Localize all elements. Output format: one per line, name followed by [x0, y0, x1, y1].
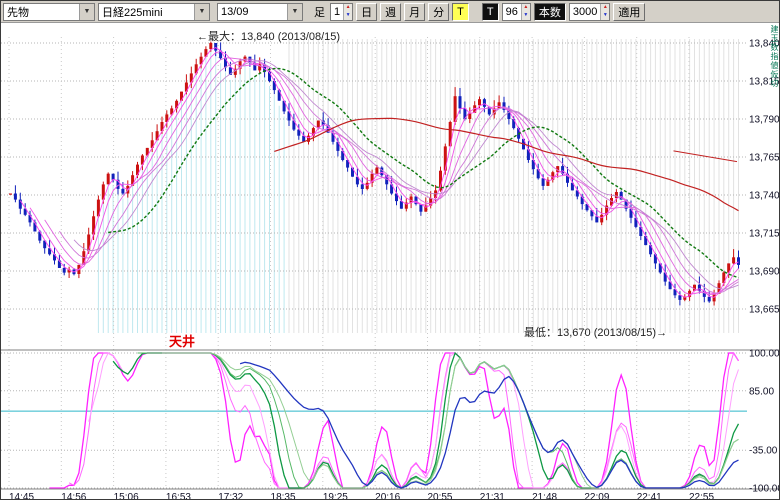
t-value: 96	[503, 4, 521, 20]
spin-up-icon[interactable]: ▲	[344, 4, 352, 12]
svg-text:16:53: 16:53	[166, 492, 191, 500]
t-mode-button[interactable]: T	[482, 3, 499, 21]
svg-text:20:55: 20:55	[427, 492, 452, 500]
svg-text:18:35: 18:35	[271, 492, 296, 500]
t-value-stepper[interactable]: 96 ▲▼	[502, 3, 531, 21]
spin-up-icon[interactable]: ▲	[601, 4, 609, 12]
spin-up-icon[interactable]: ▲	[522, 4, 530, 12]
min-price-annotation: 最低：13,670 (2013/08/15)→	[524, 324, 667, 340]
bar-count-label-button[interactable]: 本数	[534, 3, 566, 21]
svg-text:20:16: 20:16	[375, 492, 400, 500]
period-day-button[interactable]: 日	[356, 3, 377, 21]
svg-text:19:25: 19:25	[323, 492, 348, 500]
chevron-down-icon[interactable]: ▼	[194, 4, 209, 20]
bar-count-value: 3000	[570, 4, 600, 20]
svg-text:21:48: 21:48	[532, 492, 557, 500]
svg-text:13,765: 13,765	[749, 153, 780, 164]
spinner-arrows[interactable]: ▲▼	[600, 4, 609, 20]
contract-month-select[interactable]: 13/09 ▼	[217, 3, 303, 21]
period-week-button[interactable]: 週	[380, 3, 401, 21]
svg-text:-35.00: -35.00	[749, 446, 778, 457]
right-edge-vertical-label: 建玉数指値仮切	[769, 25, 780, 88]
period-minute-button[interactable]: 分	[428, 3, 449, 21]
svg-text:13,740: 13,740	[749, 191, 780, 202]
instrument-type-value: 先物	[4, 4, 79, 20]
spin-down-icon[interactable]: ▼	[522, 12, 530, 20]
svg-text:22:41: 22:41	[637, 492, 662, 500]
bar-count-stepper[interactable]: 3000 ▲▼	[569, 3, 610, 21]
bar-interval-stepper[interactable]: 1 ▲▼	[330, 3, 353, 21]
svg-text:13,715: 13,715	[749, 229, 780, 240]
bar-type-label: 足	[312, 4, 327, 20]
spin-down-icon[interactable]: ▼	[344, 12, 352, 20]
contract-month-value: 13/09	[218, 6, 287, 18]
tick-chart-toggle[interactable]: T	[452, 3, 469, 21]
spinner-arrows[interactable]: ▲▼	[343, 4, 352, 20]
svg-text:22:09: 22:09	[584, 492, 609, 500]
apply-button[interactable]: 適用	[613, 3, 645, 21]
chart-area[interactable]: 13,84013,81513,79013,76513,74013,71513,6…	[1, 23, 780, 500]
svg-text:14:56: 14:56	[61, 492, 86, 500]
max-price-annotation: ←最大：13,840 (2013/08/15)	[197, 28, 340, 44]
svg-text:13,690: 13,690	[749, 267, 780, 278]
svg-text:85.00: 85.00	[749, 386, 774, 397]
instrument-value: 日経225mini	[99, 4, 194, 20]
spin-down-icon[interactable]: ▼	[601, 12, 609, 20]
svg-text:21:31: 21:31	[480, 492, 505, 500]
svg-text:14:45: 14:45	[9, 492, 34, 500]
spinner-arrows[interactable]: ▲▼	[521, 4, 530, 20]
price-chart-svg[interactable]: 13,84013,81513,79013,76513,74013,71513,6…	[1, 23, 780, 500]
svg-text:22:55: 22:55	[689, 492, 714, 500]
chevron-down-icon[interactable]: ▼	[79, 4, 94, 20]
chart-application-window: 先物 ▼ 日経225mini ▼ 13/09 ▼ 足 1 ▲▼ 日 週 月 分 …	[0, 0, 780, 500]
instrument-select[interactable]: 日経225mini ▼	[98, 3, 210, 21]
chevron-down-icon[interactable]: ▼	[287, 4, 302, 20]
period-month-button[interactable]: 月	[404, 3, 425, 21]
svg-text:17:32: 17:32	[218, 492, 243, 500]
svg-text:100.00: 100.00	[749, 349, 780, 360]
svg-text:-100.00: -100.00	[749, 484, 780, 495]
svg-text:15:06: 15:06	[114, 492, 139, 500]
svg-text:13,790: 13,790	[749, 115, 780, 126]
svg-text:13,665: 13,665	[749, 305, 780, 316]
toolbar: 先物 ▼ 日経225mini ▼ 13/09 ▼ 足 1 ▲▼ 日 週 月 分 …	[1, 1, 779, 23]
ceiling-signal-label: 天井	[169, 331, 195, 350]
instrument-type-select[interactable]: 先物 ▼	[3, 3, 95, 21]
bar-interval-value: 1	[331, 4, 343, 20]
